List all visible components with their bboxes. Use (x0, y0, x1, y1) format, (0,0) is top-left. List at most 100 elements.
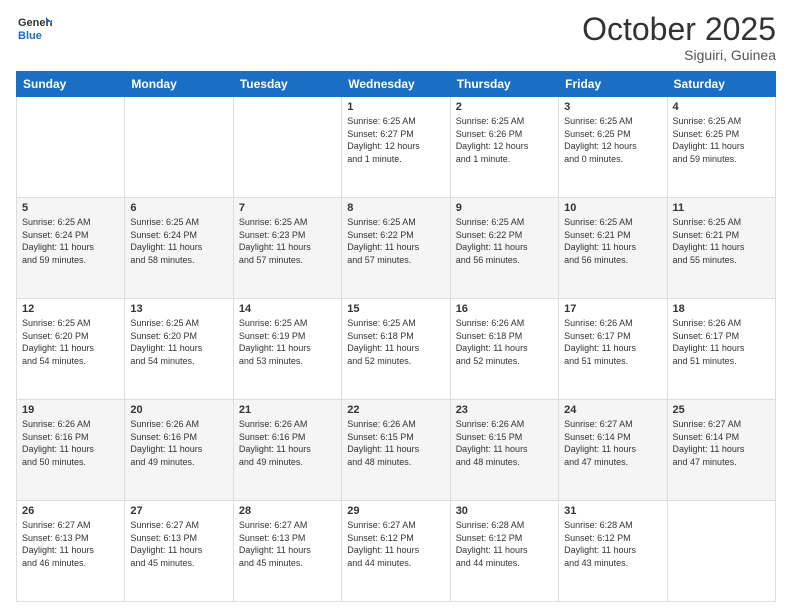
day-info: Sunrise: 6:25 AM Sunset: 6:26 PM Dayligh… (456, 115, 553, 165)
day-info: Sunrise: 6:25 AM Sunset: 6:22 PM Dayligh… (347, 216, 444, 266)
day-number: 3 (564, 101, 661, 113)
day-number: 21 (239, 404, 336, 416)
table-row: 20 Sunrise: 6:26 AM Sunset: 6:16 PM Dayli… (125, 400, 233, 501)
table-row: 8 Sunrise: 6:25 AM Sunset: 6:22 PM Daylig… (342, 198, 450, 299)
logo-icon: General Blue (16, 12, 52, 48)
day-number: 20 (130, 404, 227, 416)
day-info: Sunrise: 6:27 AM Sunset: 6:14 PM Dayligh… (564, 418, 661, 468)
day-number: 1 (347, 101, 444, 113)
table-row: 1 Sunrise: 6:25 AM Sunset: 6:27 PM Daylig… (342, 97, 450, 198)
day-number: 25 (673, 404, 770, 416)
table-row: 21 Sunrise: 6:26 AM Sunset: 6:16 PM Dayli… (233, 400, 341, 501)
day-number: 28 (239, 505, 336, 517)
day-number: 30 (456, 505, 553, 517)
col-thursday: Thursday (450, 72, 558, 97)
day-info: Sunrise: 6:27 AM Sunset: 6:14 PM Dayligh… (673, 418, 770, 468)
day-info: Sunrise: 6:25 AM Sunset: 6:20 PM Dayligh… (22, 317, 119, 367)
day-number: 18 (673, 303, 770, 315)
day-info: Sunrise: 6:25 AM Sunset: 6:21 PM Dayligh… (564, 216, 661, 266)
table-row: 6Sunrise: 6:25 AM Sunset: 6:24 PM Daylig… (125, 198, 233, 299)
table-row: 28 Sunrise: 6:27 AM Sunset: 6:13 PM Dayli… (233, 501, 341, 602)
col-tuesday: Tuesday (233, 72, 341, 97)
day-info: Sunrise: 6:25 AM Sunset: 6:23 PM Dayligh… (239, 216, 336, 266)
day-info: Sunrise: 6:25 AM Sunset: 6:25 PM Dayligh… (673, 115, 770, 165)
table-row: 12 Sunrise: 6:25 AM Sunset: 6:20 PM Dayli… (17, 299, 125, 400)
col-friday: Friday (559, 72, 667, 97)
day-number: 13 (130, 303, 227, 315)
table-row: 23 Sunrise: 6:26 AM Sunset: 6:15 PM Dayli… (450, 400, 558, 501)
table-row: 19Sunrise: 6:26 AM Sunset: 6:16 PM Dayli… (17, 400, 125, 501)
table-row: 15Sunrise: 6:25 AM Sunset: 6:18 PM Dayli… (342, 299, 450, 400)
table-row: 25 Sunrise: 6:27 AM Sunset: 6:14 PM Dayli… (667, 400, 775, 501)
title-block: October 2025 Siguiri, Guinea (582, 12, 776, 63)
day-info: Sunrise: 6:25 AM Sunset: 6:20 PM Dayligh… (130, 317, 227, 367)
day-number: 24 (564, 404, 661, 416)
day-info: Sunrise: 6:26 AM Sunset: 6:18 PM Dayligh… (456, 317, 553, 367)
day-number: 11 (673, 202, 770, 214)
day-info: Sunrise: 6:26 AM Sunset: 6:16 PM Dayligh… (239, 418, 336, 468)
day-info: Sunrise: 6:26 AM Sunset: 6:16 PM Dayligh… (130, 418, 227, 468)
day-number: 22 (347, 404, 444, 416)
day-info: Sunrise: 6:28 AM Sunset: 6:12 PM Dayligh… (456, 519, 553, 569)
day-info: Sunrise: 6:25 AM Sunset: 6:24 PM Dayligh… (130, 216, 227, 266)
day-number: 29 (347, 505, 444, 517)
col-monday: Monday (125, 72, 233, 97)
day-info: Sunrise: 6:27 AM Sunset: 6:12 PM Dayligh… (347, 519, 444, 569)
day-number: 2 (456, 101, 553, 113)
day-info: Sunrise: 6:26 AM Sunset: 6:17 PM Dayligh… (564, 317, 661, 367)
day-number: 10 (564, 202, 661, 214)
month-title: October 2025 (582, 12, 776, 47)
day-info: Sunrise: 6:26 AM Sunset: 6:17 PM Dayligh… (673, 317, 770, 367)
table-row: 4Sunrise: 6:25 AM Sunset: 6:25 PM Daylig… (667, 97, 775, 198)
table-row: 30 Sunrise: 6:28 AM Sunset: 6:12 PM Dayli… (450, 501, 558, 602)
week-row-5: 26 Sunrise: 6:27 AM Sunset: 6:13 PM Dayli… (17, 501, 776, 602)
week-row-1: 1 Sunrise: 6:25 AM Sunset: 6:27 PM Daylig… (17, 97, 776, 198)
table-row: 13 Sunrise: 6:25 AM Sunset: 6:20 PM Dayli… (125, 299, 233, 400)
location: Siguiri, Guinea (582, 47, 776, 63)
table-row: 16 Sunrise: 6:26 AM Sunset: 6:18 PM Dayli… (450, 299, 558, 400)
table-row (125, 97, 233, 198)
page-header: General Blue October 2025 Siguiri, Guine… (16, 12, 776, 63)
day-number: 16 (456, 303, 553, 315)
week-row-2: 5 Sunrise: 6:25 AM Sunset: 6:24 PM Daylig… (17, 198, 776, 299)
day-number: 5 (22, 202, 119, 214)
day-info: Sunrise: 6:25 AM Sunset: 6:18 PM Dayligh… (347, 317, 444, 367)
day-info: Sunrise: 6:27 AM Sunset: 6:13 PM Dayligh… (239, 519, 336, 569)
table-row: 2 Sunrise: 6:25 AM Sunset: 6:26 PM Daylig… (450, 97, 558, 198)
day-number: 8 (347, 202, 444, 214)
table-row: 18 Sunrise: 6:26 AM Sunset: 6:17 PM Dayli… (667, 299, 775, 400)
table-row: 17 Sunrise: 6:26 AM Sunset: 6:17 PM Dayli… (559, 299, 667, 400)
day-info: Sunrise: 6:26 AM Sunset: 6:15 PM Dayligh… (456, 418, 553, 468)
day-number: 12 (22, 303, 119, 315)
col-saturday: Saturday (667, 72, 775, 97)
day-info: Sunrise: 6:27 AM Sunset: 6:13 PM Dayligh… (130, 519, 227, 569)
week-row-4: 19Sunrise: 6:26 AM Sunset: 6:16 PM Dayli… (17, 400, 776, 501)
day-info: Sunrise: 6:25 AM Sunset: 6:25 PM Dayligh… (564, 115, 661, 165)
day-number: 23 (456, 404, 553, 416)
logo: General Blue (16, 12, 52, 48)
day-number: 31 (564, 505, 661, 517)
day-info: Sunrise: 6:26 AM Sunset: 6:15 PM Dayligh… (347, 418, 444, 468)
day-info: Sunrise: 6:25 AM Sunset: 6:19 PM Dayligh… (239, 317, 336, 367)
table-row: 14 Sunrise: 6:25 AM Sunset: 6:19 PM Dayli… (233, 299, 341, 400)
day-number: 26 (22, 505, 119, 517)
table-row: 9Sunrise: 6:25 AM Sunset: 6:22 PM Daylig… (450, 198, 558, 299)
day-number: 17 (564, 303, 661, 315)
table-row: 31Sunrise: 6:28 AM Sunset: 6:12 PM Dayli… (559, 501, 667, 602)
table-row: 29 Sunrise: 6:27 AM Sunset: 6:12 PM Dayli… (342, 501, 450, 602)
calendar-table: Sunday Monday Tuesday Wednesday Thursday… (16, 71, 776, 602)
week-row-3: 12 Sunrise: 6:25 AM Sunset: 6:20 PM Dayli… (17, 299, 776, 400)
day-info: Sunrise: 6:26 AM Sunset: 6:16 PM Dayligh… (22, 418, 119, 468)
table-row: 10 Sunrise: 6:25 AM Sunset: 6:21 PM Dayli… (559, 198, 667, 299)
calendar-header-row: Sunday Monday Tuesday Wednesday Thursday… (17, 72, 776, 97)
table-row: 5 Sunrise: 6:25 AM Sunset: 6:24 PM Daylig… (17, 198, 125, 299)
day-info: Sunrise: 6:25 AM Sunset: 6:27 PM Dayligh… (347, 115, 444, 165)
day-number: 14 (239, 303, 336, 315)
table-row (233, 97, 341, 198)
col-sunday: Sunday (17, 72, 125, 97)
day-info: Sunrise: 6:25 AM Sunset: 6:24 PM Dayligh… (22, 216, 119, 266)
table-row (667, 501, 775, 602)
table-row (17, 97, 125, 198)
table-row: 26 Sunrise: 6:27 AM Sunset: 6:13 PM Dayli… (17, 501, 125, 602)
day-info: Sunrise: 6:27 AM Sunset: 6:13 PM Dayligh… (22, 519, 119, 569)
